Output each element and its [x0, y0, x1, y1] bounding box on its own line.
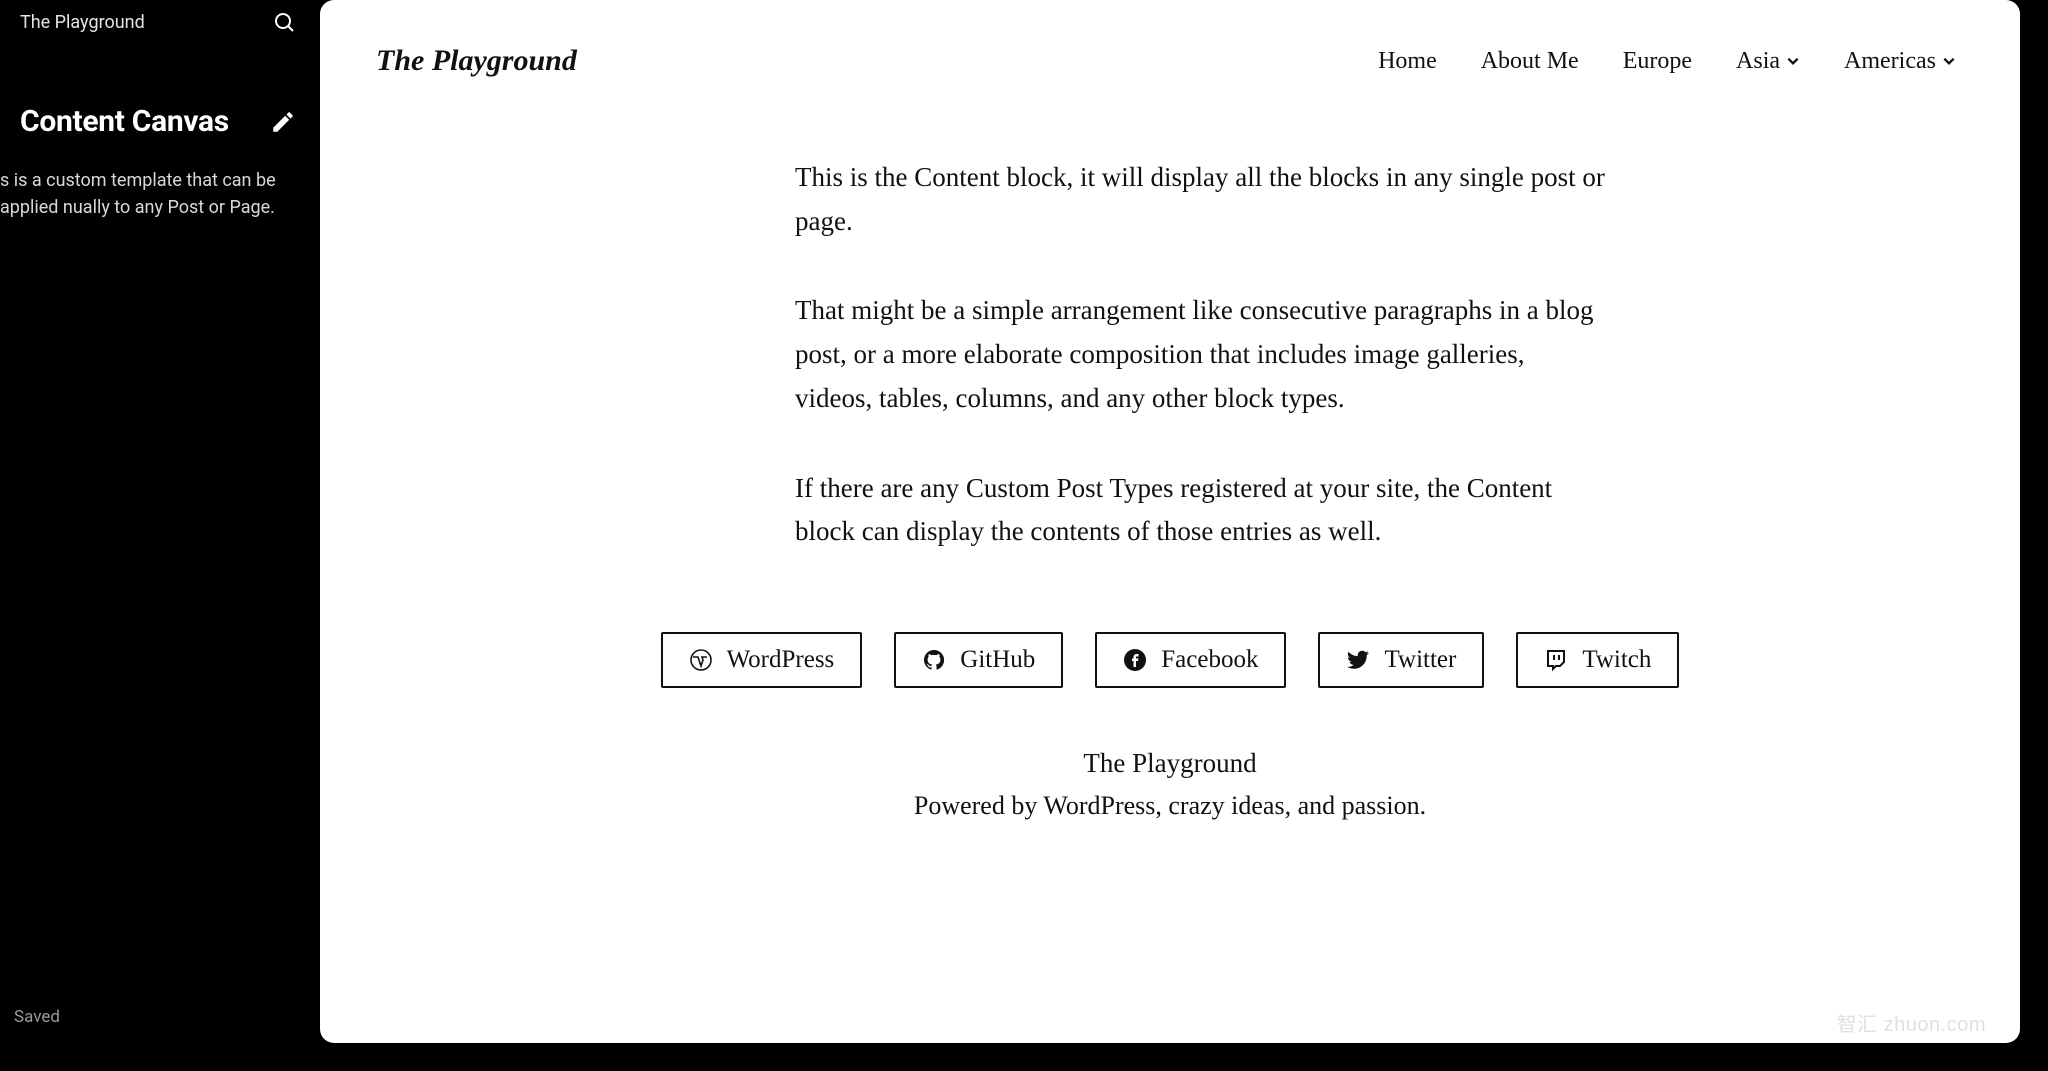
facebook-icon: [1123, 648, 1147, 672]
content-paragraph[interactable]: If there are any Custom Post Types regis…: [795, 467, 1605, 554]
template-name-heading: Content Canvas: [20, 104, 229, 139]
footer-tagline: Powered by WordPress, crazy ideas, and p…: [320, 791, 2020, 821]
nav-about[interactable]: About Me: [1481, 48, 1579, 75]
twitch-icon: [1544, 648, 1568, 672]
site-footer: The Playground Powered by WordPress, cra…: [320, 748, 2020, 821]
sidebar-site-title[interactable]: The Playground: [20, 12, 145, 33]
nav-asia-label: Asia: [1736, 48, 1780, 75]
site-title[interactable]: The Playground: [376, 44, 577, 78]
social-label: Twitch: [1582, 646, 1651, 674]
chevron-down-icon: [1786, 54, 1800, 68]
social-wordpress-button[interactable]: WordPress: [661, 632, 863, 688]
edit-icon[interactable]: [270, 109, 296, 135]
twitter-icon: [1346, 648, 1370, 672]
social-twitch-button[interactable]: Twitch: [1516, 632, 1679, 688]
social-label: GitHub: [960, 646, 1035, 674]
save-status: Saved: [14, 1007, 60, 1027]
nav-americas[interactable]: Americas: [1844, 48, 1956, 75]
editor-canvas[interactable]: The Playground Home About Me Europe Asia…: [320, 0, 2020, 1043]
search-icon[interactable]: [272, 10, 296, 34]
post-content[interactable]: This is the Content block, it will displ…: [715, 156, 1625, 554]
social-facebook-button[interactable]: Facebook: [1095, 632, 1286, 688]
watermark: 智汇 zhuon.com: [1837, 1008, 1986, 1037]
social-twitter-button[interactable]: Twitter: [1318, 632, 1484, 688]
site-header: The Playground Home About Me Europe Asia…: [320, 0, 2020, 78]
primary-nav: Home About Me Europe Asia Americas: [1378, 48, 1956, 75]
github-icon: [922, 648, 946, 672]
social-label: Facebook: [1161, 646, 1258, 674]
nav-home[interactable]: Home: [1378, 48, 1437, 75]
content-paragraph[interactable]: That might be a simple arrangement like …: [795, 289, 1605, 420]
wordpress-icon: [689, 648, 713, 672]
content-paragraph[interactable]: This is the Content block, it will displ…: [795, 156, 1605, 243]
footer-site-title[interactable]: The Playground: [320, 748, 2020, 779]
chevron-down-icon: [1942, 54, 1956, 68]
nav-americas-label: Americas: [1844, 48, 1936, 75]
social-label: WordPress: [727, 646, 835, 674]
social-links-row: WordPress GitHub Facebook: [320, 632, 2020, 688]
nav-europe[interactable]: Europe: [1623, 48, 1692, 75]
social-github-button[interactable]: GitHub: [894, 632, 1063, 688]
nav-asia[interactable]: Asia: [1736, 48, 1800, 75]
editor-sidebar: The Playground Content Canvas s is a cus…: [0, 0, 320, 1071]
template-description: s is a custom template that can be appli…: [0, 155, 320, 221]
social-label: Twitter: [1384, 646, 1456, 674]
